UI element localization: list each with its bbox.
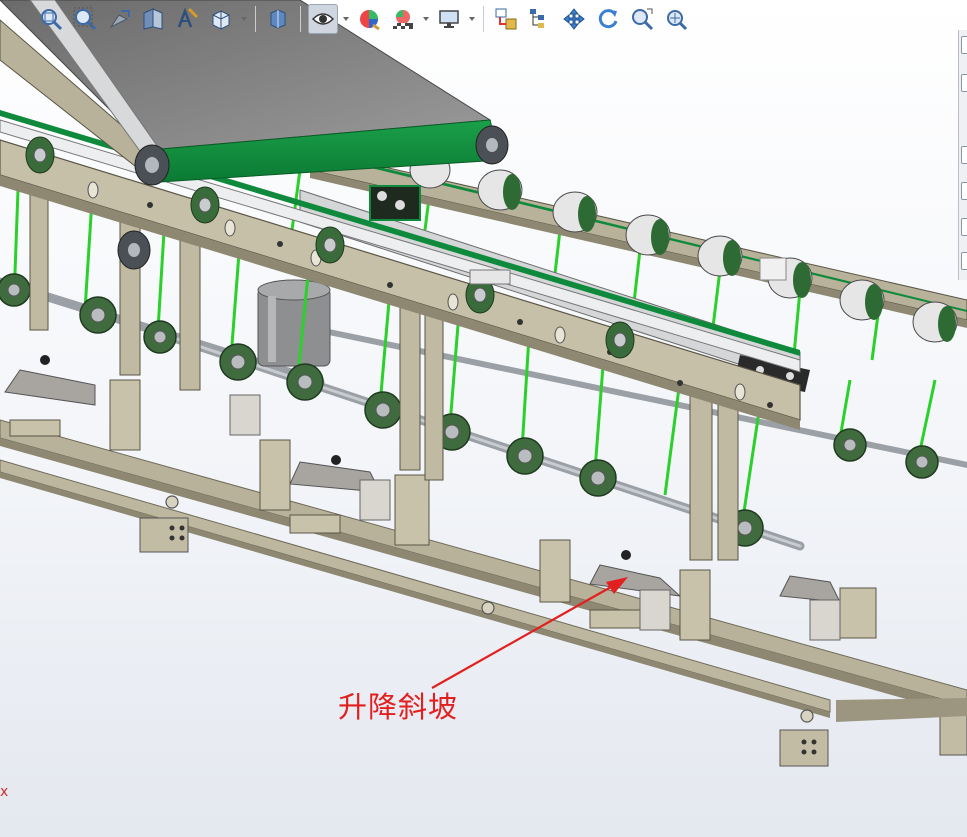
view-orientation-icon[interactable] bbox=[206, 4, 236, 34]
assembly-layout-icon[interactable] bbox=[491, 4, 521, 34]
cad-viewport[interactable] bbox=[0, 0, 967, 837]
task-pane-tab[interactable] bbox=[961, 36, 967, 54]
toolbar-separator bbox=[483, 6, 484, 32]
previous-view-icon[interactable] bbox=[104, 4, 134, 34]
heads-up-view-toolbar bbox=[36, 0, 756, 38]
callout-label: 升降斜坡 bbox=[338, 690, 459, 724]
monitor-icon[interactable] bbox=[434, 4, 464, 34]
eye-icon[interactable] bbox=[308, 4, 338, 34]
chevron-down-icon[interactable] bbox=[342, 4, 350, 34]
dynamic-annotation-icon[interactable] bbox=[172, 4, 202, 34]
rotate-icon[interactable] bbox=[593, 4, 623, 34]
chevron-down-icon[interactable] bbox=[422, 4, 430, 34]
zoom-to-fit-icon[interactable] bbox=[36, 4, 66, 34]
task-pane-tab[interactable] bbox=[961, 74, 967, 92]
toolbar-separator bbox=[300, 6, 301, 32]
zoom-target-icon[interactable] bbox=[661, 4, 691, 34]
task-pane-tab[interactable] bbox=[961, 218, 967, 236]
task-pane-tabs bbox=[958, 30, 967, 280]
chevron-down-icon[interactable] bbox=[468, 4, 476, 34]
zoom-to-area-icon[interactable] bbox=[70, 4, 100, 34]
section-view-icon[interactable] bbox=[138, 4, 168, 34]
chevron-down-icon[interactable] bbox=[240, 4, 248, 34]
pan-icon[interactable] bbox=[559, 4, 589, 34]
task-pane-tab[interactable] bbox=[961, 146, 967, 164]
toolbar-separator bbox=[255, 6, 256, 32]
zoom-icon[interactable] bbox=[627, 4, 657, 34]
display-style-icon[interactable] bbox=[263, 4, 293, 34]
component-tree-icon[interactable] bbox=[525, 4, 555, 34]
gear-motor bbox=[257, 279, 331, 367]
task-pane-tab[interactable] bbox=[961, 252, 967, 270]
appearance-sphere-icon[interactable] bbox=[354, 4, 384, 34]
task-pane-tab[interactable] bbox=[961, 182, 967, 200]
scene-icon[interactable] bbox=[388, 4, 418, 34]
edge-mark: x bbox=[0, 784, 9, 800]
